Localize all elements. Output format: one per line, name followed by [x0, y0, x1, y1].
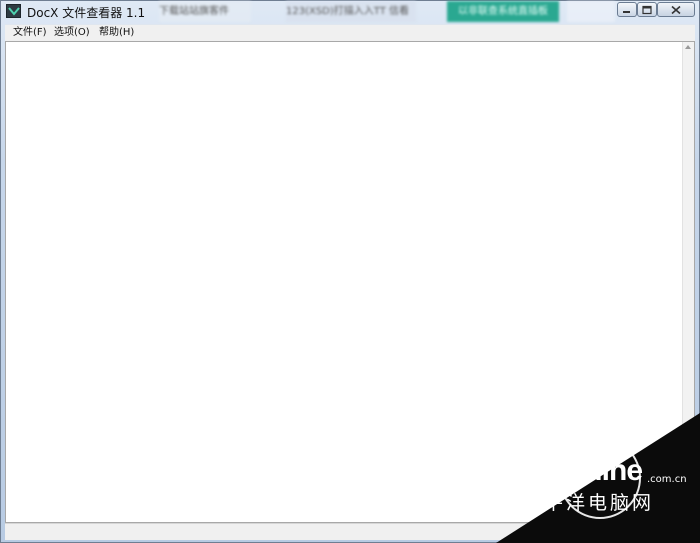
maximize-button[interactable]	[637, 2, 657, 17]
app-icon[interactable]	[6, 4, 21, 18]
background-blur-text: 下载站站旗客件	[159, 1, 251, 22]
menu-bar: 文件(F) 选项(O) 帮助(H)	[5, 24, 695, 42]
close-icon	[671, 5, 681, 14]
menu-help[interactable]: 帮助(H)	[99, 26, 134, 40]
close-button[interactable]	[657, 2, 695, 17]
status-bar	[5, 523, 695, 540]
document-view[interactable]	[5, 41, 695, 523]
watermark-domain: .com.cn	[647, 474, 687, 485]
menu-options[interactable]: 选项(O)	[54, 26, 90, 40]
scroll-up-icon[interactable]	[685, 45, 691, 49]
background-blur-text	[567, 1, 615, 22]
title-bar[interactable]: DocX 文件查看器 1.1 下载站站旗客件 123(XSD)打描入入TT 信看…	[1, 1, 699, 23]
watermark-chinese: 太平洋电脑网	[522, 492, 655, 514]
minimize-button[interactable]	[617, 2, 637, 17]
vertical-scrollbar[interactable]	[682, 42, 694, 522]
menu-file[interactable]: 文件(F)	[13, 26, 47, 40]
maximize-icon	[642, 5, 652, 14]
window-title: DocX 文件查看器 1.1	[27, 6, 146, 20]
background-blur-text: 以非联查系统直插板	[447, 1, 559, 22]
background-blur-text: 123(XSD)打描入入TT 信看	[286, 1, 416, 22]
watermark-brand: PConline	[520, 454, 643, 487]
minimize-icon	[623, 10, 630, 13]
